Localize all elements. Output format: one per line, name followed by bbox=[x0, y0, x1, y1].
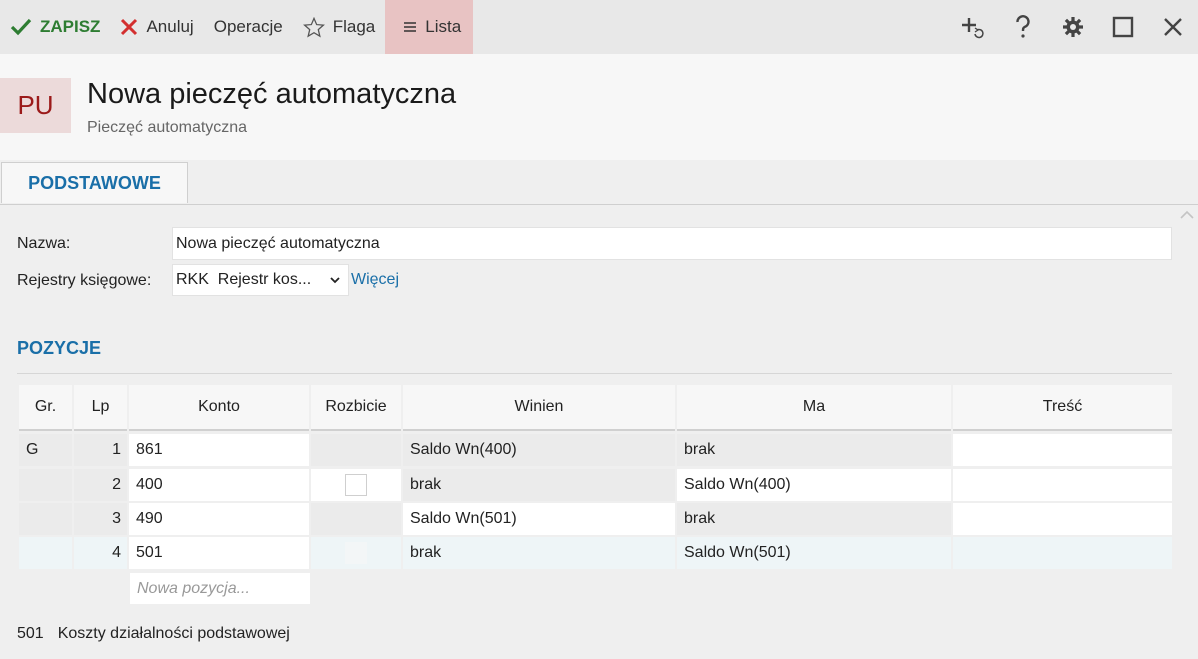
add-refresh-button[interactable] bbox=[948, 0, 998, 54]
cell-gr[interactable] bbox=[19, 537, 72, 569]
close-icon bbox=[1164, 18, 1182, 36]
registers-label: Rejestry księgowe: bbox=[17, 272, 152, 289]
list-label: Lista bbox=[425, 17, 462, 36]
cell-lp[interactable]: 2 bbox=[74, 469, 127, 501]
close-button[interactable] bbox=[1148, 0, 1198, 54]
cell-lp[interactable]: 3 bbox=[74, 503, 127, 535]
maximize-icon bbox=[1112, 16, 1134, 38]
column-header[interactable]: Gr. bbox=[19, 385, 72, 431]
cell-winien[interactable]: brak bbox=[403, 469, 675, 501]
tab-podstawowe[interactable]: PODSTAWOWE bbox=[1, 162, 188, 203]
rozbicie-checkbox[interactable] bbox=[345, 542, 367, 564]
column-header[interactable]: Lp bbox=[74, 385, 127, 431]
flag-label: Flaga bbox=[332, 17, 376, 36]
help-icon bbox=[1016, 15, 1030, 38]
cell-rozbicie[interactable] bbox=[311, 434, 401, 466]
cell-gr[interactable] bbox=[19, 503, 72, 535]
column-header[interactable]: Rozbicie bbox=[311, 385, 401, 431]
account-name: Koszty działalności podstawowej bbox=[57, 625, 290, 642]
column-header[interactable]: Ma bbox=[677, 385, 951, 431]
account-description: 501 Koszty działalności podstawowej bbox=[17, 625, 290, 643]
chevron-down-icon bbox=[330, 277, 340, 284]
cell-tresc[interactable] bbox=[953, 469, 1172, 501]
x-icon bbox=[121, 18, 138, 36]
page-subtitle: Pieczęć automatyczna bbox=[87, 119, 248, 136]
table-row[interactable]: 3 490 Saldo Wn(501) brak bbox=[19, 503, 1172, 535]
page-title: Nowa pieczęć automatyczna bbox=[87, 78, 457, 110]
gear-icon bbox=[1063, 17, 1083, 37]
account-code: 501 bbox=[17, 625, 44, 642]
toolbar: ZAPISZ Anuluj Operacje Flaga Lista bbox=[0, 0, 1198, 54]
save-button[interactable]: ZAPISZ bbox=[0, 0, 110, 54]
cell-rozbicie[interactable] bbox=[311, 503, 401, 535]
positions-section-title: POZYCJE bbox=[17, 338, 102, 358]
menu-icon bbox=[404, 22, 417, 32]
window-controls bbox=[948, 0, 1198, 54]
maximize-button[interactable] bbox=[1098, 0, 1148, 54]
cell-gr[interactable] bbox=[19, 469, 72, 501]
cell-lp[interactable]: 1 bbox=[74, 434, 127, 466]
settings-button[interactable] bbox=[1048, 0, 1098, 54]
cell-ma[interactable]: Saldo Wn(501) bbox=[677, 537, 951, 569]
cell-gr[interactable]: G bbox=[19, 434, 72, 466]
star-icon bbox=[302, 16, 325, 37]
column-header[interactable]: Treść bbox=[953, 385, 1172, 431]
name-field[interactable]: Nowa pieczęć automatyczna bbox=[172, 227, 1172, 260]
help-button[interactable] bbox=[998, 0, 1048, 54]
cell-ma[interactable]: brak bbox=[677, 434, 951, 466]
new-position-input[interactable]: Nowa pozycja... bbox=[130, 573, 310, 604]
operations-button[interactable]: Operacje bbox=[204, 0, 293, 54]
add-refresh-icon bbox=[962, 18, 984, 39]
cell-tresc[interactable] bbox=[953, 503, 1172, 535]
grid-header: Gr. Lp Konto Rozbicie Winien Ma Treść bbox=[19, 385, 1172, 431]
table-row[interactable]: 2 400 brak Saldo Wn(400) bbox=[19, 469, 1172, 501]
table-row-selected[interactable]: 4 501 brak Saldo Wn(501) bbox=[19, 537, 1172, 569]
section-divider bbox=[17, 373, 1172, 374]
cell-ma[interactable]: brak bbox=[677, 503, 951, 535]
cancel-label: Anuluj bbox=[146, 17, 194, 36]
cell-konto[interactable]: 501 bbox=[129, 537, 309, 569]
cell-tresc[interactable] bbox=[953, 434, 1172, 466]
flag-button[interactable]: Flaga bbox=[293, 0, 386, 54]
cell-konto[interactable]: 861 bbox=[129, 434, 309, 466]
cell-konto[interactable]: 490 bbox=[129, 503, 309, 535]
record-badge: PU bbox=[0, 78, 71, 133]
more-link[interactable]: Więcej bbox=[351, 271, 399, 289]
name-label: Nazwa: bbox=[17, 235, 71, 252]
cell-lp[interactable]: 4 bbox=[74, 537, 127, 569]
save-label: ZAPISZ bbox=[40, 17, 101, 36]
cell-konto[interactable]: 400 bbox=[129, 469, 309, 501]
cell-winien[interactable]: brak bbox=[403, 537, 675, 569]
table-row[interactable]: G 1 861 Saldo Wn(400) brak bbox=[19, 434, 1172, 466]
cell-winien[interactable]: Saldo Wn(400) bbox=[403, 434, 675, 466]
registers-select[interactable]: RKK Rejestr kos... bbox=[172, 264, 349, 296]
cell-ma[interactable]: Saldo Wn(400) bbox=[677, 469, 951, 501]
cell-rozbicie[interactable] bbox=[311, 537, 401, 569]
tab-bar: PODSTAWOWE bbox=[0, 160, 1198, 205]
cell-tresc[interactable] bbox=[953, 537, 1172, 569]
chevron-up-icon[interactable] bbox=[1180, 206, 1194, 224]
cancel-button[interactable]: Anuluj bbox=[110, 0, 203, 54]
operations-label: Operacje bbox=[213, 17, 283, 36]
column-header[interactable]: Konto bbox=[129, 385, 309, 431]
record-header: PU Nowa pieczęć automatyczna Pieczęć aut… bbox=[0, 54, 1198, 160]
check-icon bbox=[10, 18, 32, 36]
cell-rozbicie[interactable] bbox=[311, 469, 401, 501]
cell-winien[interactable]: Saldo Wn(501) bbox=[403, 503, 675, 535]
rozbicie-checkbox[interactable] bbox=[345, 474, 367, 496]
column-header[interactable]: Winien bbox=[403, 385, 675, 431]
list-button[interactable]: Lista bbox=[385, 0, 474, 54]
registers-value: RKK Rejestr kos... bbox=[176, 271, 312, 288]
